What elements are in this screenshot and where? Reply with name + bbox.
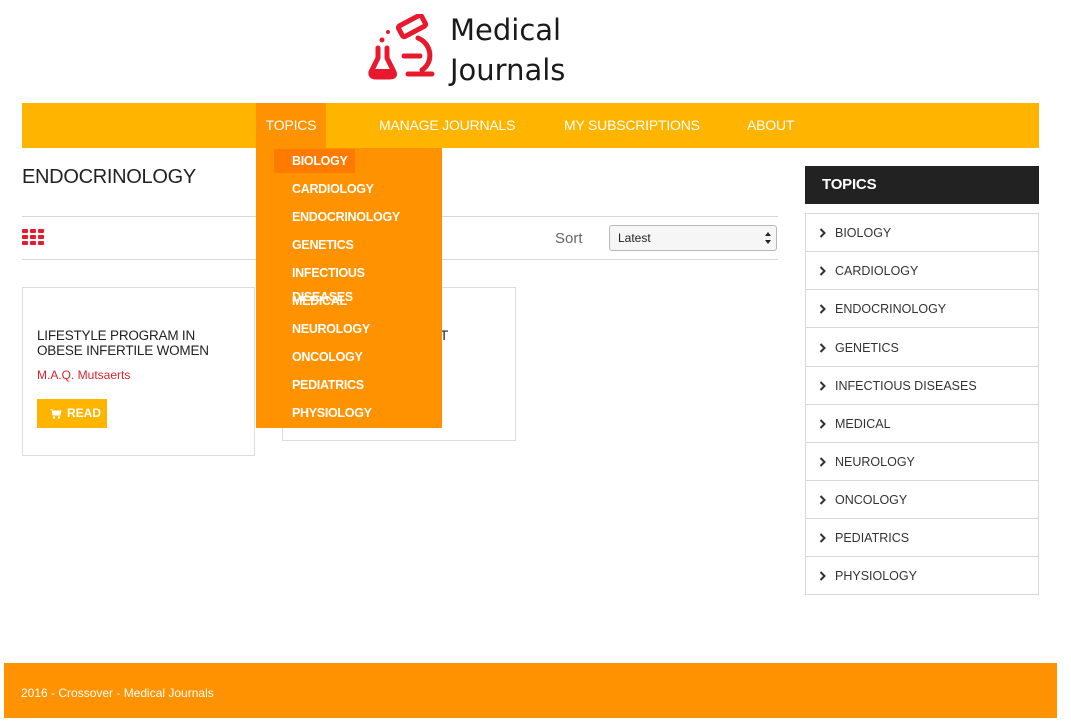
- sidebar-item-physiology[interactable]: PHYSIOLOGY: [806, 557, 1038, 595]
- journal-card: LIFESTYLE PROGRAM IN OBESE INFERTILE WOM…: [22, 287, 255, 456]
- sidebar-item-oncology[interactable]: ONCOLOGY: [806, 481, 1038, 519]
- dropdown-item-endocrinology[interactable]: ENDOCRINOLOGY: [274, 205, 418, 229]
- microscope-flask-icon: [368, 14, 435, 80]
- sort-label: Sort: [555, 230, 583, 247]
- sidebar-item-genetics[interactable]: GENETICS: [806, 329, 1038, 367]
- chevron-right-icon: [819, 571, 826, 581]
- page-title: ENDOCRINOLOGY: [22, 166, 196, 188]
- sidebar-item-endocrinology[interactable]: ENDOCRINOLOGY: [806, 290, 1038, 328]
- logo-line-2: Journals: [450, 53, 566, 87]
- dropdown-item-cardiology[interactable]: CARDIOLOGY: [274, 177, 392, 201]
- chevron-right-icon: [819, 495, 826, 505]
- sidebar-item-label: NEUROLOGY: [835, 455, 915, 469]
- sidebar-item-label: PHYSIOLOGY: [835, 569, 917, 583]
- sidebar-item-infectious-diseases[interactable]: INFECTIOUS DISEASES: [806, 367, 1038, 405]
- footer-copyright: 2016 - Crossover - Medical Journals: [21, 686, 214, 700]
- sidebar-item-medical[interactable]: MEDICAL: [806, 405, 1038, 443]
- sidebar-item-biology[interactable]: BIOLOGY: [806, 214, 1038, 252]
- sidebar-item-neurology[interactable]: NEUROLOGY: [806, 443, 1038, 481]
- nav-topics[interactable]: TOPICS: [256, 103, 326, 148]
- logo-line-1: Medical: [450, 13, 562, 47]
- sidebar-item-label: ENDOCRINOLOGY: [835, 302, 947, 316]
- chevron-right-icon: [819, 533, 826, 543]
- read-button[interactable]: READ: [37, 399, 107, 428]
- grid-view-icon[interactable]: [22, 229, 44, 247]
- nav-manage-journals[interactable]: MANAGE JOURNALS: [379, 103, 515, 148]
- read-button-label: READ: [67, 406, 102, 420]
- chevron-right-icon: [819, 343, 826, 353]
- dropdown-item-biology[interactable]: BIOLOGY: [274, 149, 355, 173]
- sidebar-item-label: PEDIATRICS: [835, 531, 910, 545]
- sidebar-item-pediatrics[interactable]: PEDIATRICS: [806, 519, 1038, 557]
- nav-my-subscriptions[interactable]: MY SUBSCRIPTIONS: [564, 103, 700, 148]
- sidebar-heading: TOPICS: [805, 166, 1039, 204]
- topics-dropdown-menu: BIOLOGY CARDIOLOGY ENDOCRINOLOGY GENETIC…: [256, 148, 442, 428]
- dropdown-item-genetics[interactable]: GENETICS: [274, 233, 372, 257]
- main-navbar: TOPICS MANAGE JOURNALS MY SUBSCRIPTIONS …: [22, 103, 1039, 148]
- page-footer: 2016 - Crossover - Medical Journals: [4, 663, 1057, 718]
- chevron-right-icon: [819, 304, 826, 314]
- chevron-right-icon: [819, 419, 826, 429]
- dropdown-item-neurology[interactable]: NEUROLOGY: [274, 317, 388, 341]
- chevron-right-icon: [819, 457, 826, 467]
- chevron-right-icon: [819, 266, 826, 276]
- sidebar-item-cardiology[interactable]: CARDIOLOGY: [806, 252, 1038, 290]
- sort-select-value: Latest: [618, 231, 651, 245]
- nav-about[interactable]: ABOUT: [747, 103, 794, 148]
- logo-text: Medical Journals: [450, 10, 565, 90]
- sidebar-item-label: INFECTIOUS DISEASES: [835, 379, 977, 393]
- dropdown-item-oncology[interactable]: ONCOLOGY: [274, 345, 381, 369]
- sort-select[interactable]: Latest: [609, 225, 777, 251]
- select-arrows-icon: [765, 232, 771, 244]
- chevron-right-icon: [819, 381, 826, 391]
- sidebar-topic-list: BIOLOGY CARDIOLOGY ENDOCRINOLOGY GENETIC…: [805, 213, 1039, 595]
- dropdown-item-infectious-diseases[interactable]: INFECTIOUS DISEASES: [274, 261, 442, 304]
- dropdown-item-physiology[interactable]: PHYSIOLOGY: [274, 401, 390, 425]
- chevron-right-icon: [819, 228, 826, 238]
- site-logo[interactable]: Medical Journals: [368, 10, 598, 87]
- journal-title[interactable]: LIFESTYLE PROGRAM IN OBESE INFERTILE WOM…: [37, 328, 242, 358]
- sidebar-item-label: ONCOLOGY: [835, 493, 908, 507]
- dropdown-item-pediatrics[interactable]: PEDIATRICS: [274, 373, 382, 397]
- sidebar-item-label: MEDICAL: [835, 417, 891, 431]
- dropdown-item-medical[interactable]: MEDICAL: [274, 289, 365, 313]
- journal-author[interactable]: M.A.Q. Mutsaerts: [37, 368, 130, 382]
- sidebar-item-label: BIOLOGY: [835, 226, 892, 240]
- sidebar-item-label: GENETICS: [835, 341, 899, 355]
- sidebar-item-label: CARDIOLOGY: [835, 264, 919, 278]
- cart-icon: [50, 409, 62, 419]
